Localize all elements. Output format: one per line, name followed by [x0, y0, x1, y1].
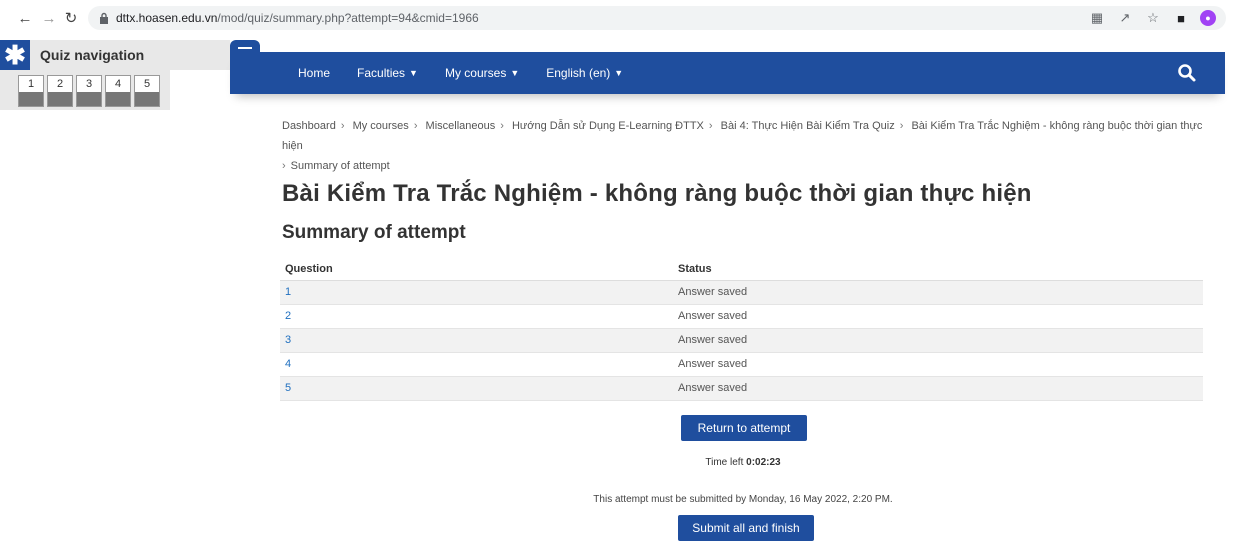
quiz-question-button[interactable]: 5	[134, 75, 160, 107]
question-link[interactable]: 5	[280, 376, 673, 401]
return-to-attempt-button[interactable]: Return to attempt	[681, 415, 807, 441]
table-row: 2 Answer saved	[280, 304, 1203, 329]
caret-down-icon: ▼	[409, 68, 418, 78]
nav-language-menu[interactable]: English (en) ▼	[546, 66, 623, 80]
top-navigation-bar: Home Faculties ▼ My courses ▼ English (en)…	[230, 52, 1225, 94]
profile-avatar-icon[interactable]: ●	[1200, 10, 1216, 26]
back-icon[interactable]: ←	[14, 7, 36, 29]
breadcrumb-item[interactable]: Miscellaneous	[426, 120, 496, 132]
status-cell: Answer saved	[673, 304, 1203, 329]
page-title: Bài Kiểm Tra Trắc Nghiệm - không ràng bu…	[282, 180, 1032, 207]
quiz-question-button[interactable]: 3	[76, 75, 102, 107]
quiz-question-button[interactable]: 4	[105, 75, 131, 107]
breadcrumb: Dashboard › My courses › Miscellaneous › Hư…	[282, 120, 1203, 172]
breadcrumb-item[interactable]: Dashboard	[282, 120, 336, 132]
column-header-question: Question	[280, 258, 673, 281]
table-row: 4 Answer saved	[280, 352, 1203, 377]
nav-faculties-menu[interactable]: Faculties ▼	[357, 66, 418, 80]
translate-icon[interactable]: ▦	[1088, 9, 1106, 27]
time-left-display: Time left 0:02:23	[705, 457, 781, 468]
section-title: Summary of attempt	[282, 222, 466, 243]
time-left-value: 0:02:23	[746, 457, 781, 468]
table-row: 3 Answer saved	[280, 328, 1203, 353]
bookmark-star-icon[interactable]: ☆	[1144, 9, 1162, 27]
question-link[interactable]: 3	[280, 328, 673, 353]
quiz-question-button[interactable]: 2	[47, 75, 73, 107]
search-icon[interactable]	[1177, 63, 1197, 83]
question-link[interactable]: 1	[280, 280, 673, 305]
table-row: 1 Answer saved	[280, 280, 1203, 305]
forward-icon[interactable]: →	[38, 7, 60, 29]
status-cell: Answer saved	[673, 352, 1203, 377]
table-header-row: Question Status	[280, 258, 1203, 281]
status-cell: Answer saved	[673, 328, 1203, 353]
question-link[interactable]: 2	[280, 304, 673, 329]
browser-toolbar: ← → ↻ dttx.hoasen.edu.vn/mod/quiz/summar…	[0, 0, 1243, 36]
status-cell: Answer saved	[673, 376, 1203, 401]
question-link[interactable]: 4	[280, 352, 673, 377]
reload-icon[interactable]: ↻	[60, 7, 82, 29]
breadcrumb-item[interactable]: My courses	[353, 120, 409, 132]
breadcrumb-item[interactable]: Bài 4: Thực Hiện Bài Kiểm Tra Quiz	[721, 120, 895, 132]
address-bar[interactable]: dttx.hoasen.edu.vn/mod/quiz/summary.php?…	[88, 6, 1226, 30]
quiz-navigation-block: ✱ Quiz navigation 1 2 3 4 5	[0, 40, 230, 110]
quiz-navigation-header: ✱ Quiz navigation	[0, 40, 230, 70]
caret-down-icon: ▼	[614, 68, 624, 78]
asterisk-icon[interactable]: ✱	[0, 40, 30, 70]
url-text: dttx.hoasen.edu.vn/mod/quiz/summary.php?…	[116, 11, 479, 25]
nav-home-link[interactable]: Home	[298, 66, 330, 80]
column-header-status: Status	[673, 258, 1203, 281]
quiz-question-buttons: 1 2 3 4 5	[0, 70, 170, 110]
submit-deadline-note: This attempt must be submitted by Monday…	[593, 494, 893, 505]
lock-icon	[100, 12, 108, 24]
caret-down-icon: ▼	[510, 68, 520, 78]
submit-all-and-finish-button[interactable]: Submit all and finish	[678, 515, 814, 541]
attempt-summary-table: Question Status 1 Answer saved 2 Answer …	[280, 258, 1203, 401]
quiz-navigation-title: Quiz navigation	[40, 47, 145, 63]
sidepanel-icon[interactable]: ■	[1172, 9, 1190, 27]
table-row: 5 Answer saved	[280, 376, 1203, 401]
share-icon[interactable]: ↗	[1116, 9, 1134, 27]
quiz-question-button[interactable]: 1	[18, 75, 44, 107]
breadcrumb-item[interactable]: Hướng Dẫn sử Dụng E-Learning ĐTTX	[512, 120, 704, 132]
breadcrumb-current: Summary of attempt	[290, 160, 390, 172]
nav-my-courses-menu[interactable]: My courses ▼	[445, 66, 519, 80]
status-cell: Answer saved	[673, 280, 1203, 305]
